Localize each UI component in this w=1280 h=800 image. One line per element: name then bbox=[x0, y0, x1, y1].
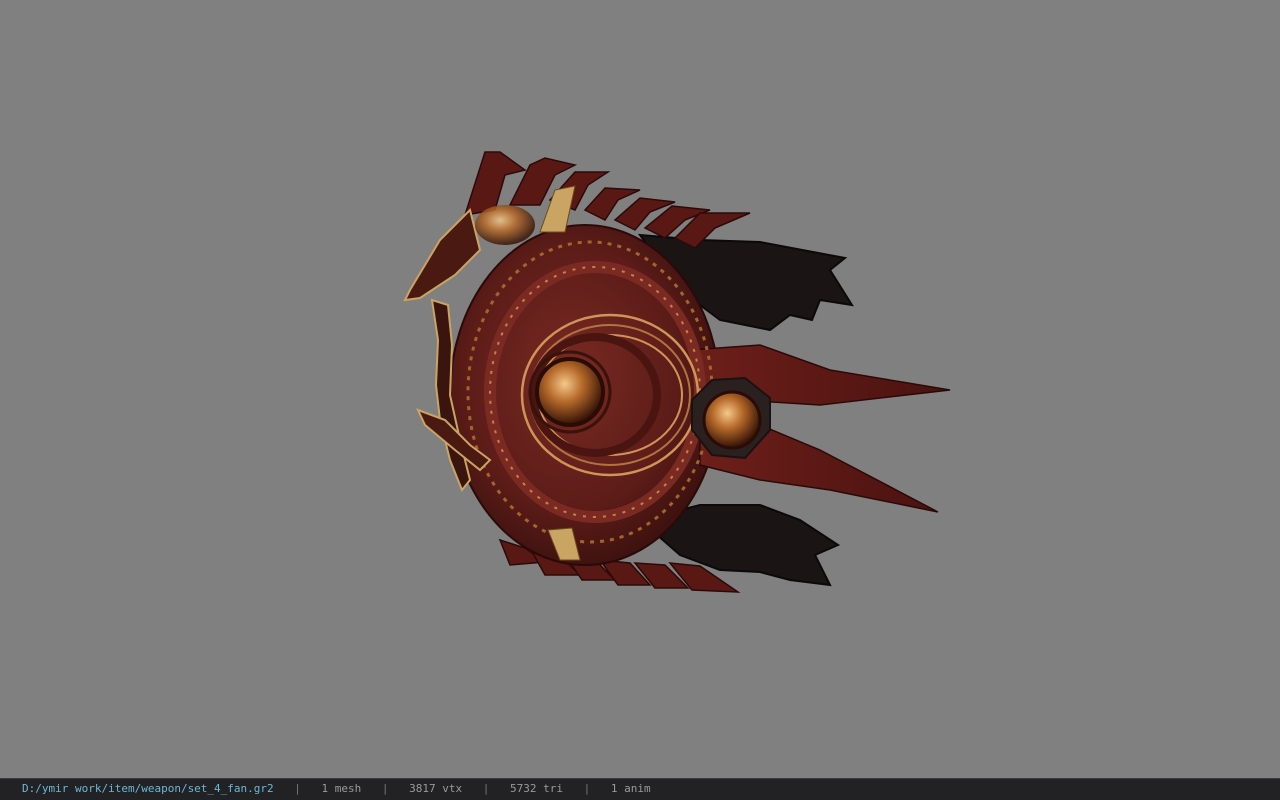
separator: | bbox=[583, 782, 591, 795]
side-orb bbox=[702, 390, 762, 450]
mesh-count-label: 1 mesh bbox=[321, 782, 362, 795]
3d-viewport[interactable] bbox=[0, 0, 1280, 778]
status-bar: D:/ymir work/item/weapon/set_4_fan.gr2 |… bbox=[0, 778, 1280, 800]
central-orb bbox=[535, 357, 605, 427]
vertex-count-label: 3817 vtx bbox=[409, 782, 463, 795]
separator: | bbox=[482, 782, 490, 795]
top-orb bbox=[475, 205, 535, 245]
anim-count-label: 1 anim bbox=[610, 782, 651, 795]
separator: | bbox=[294, 782, 301, 795]
fan-weapon-model bbox=[403, 151, 951, 593]
file-path-label: D:/ymir work/item/weapon/set_4_fan.gr2 bbox=[22, 782, 274, 795]
separator: | bbox=[381, 782, 389, 795]
triangle-count-label: 5732 tri bbox=[510, 782, 564, 795]
